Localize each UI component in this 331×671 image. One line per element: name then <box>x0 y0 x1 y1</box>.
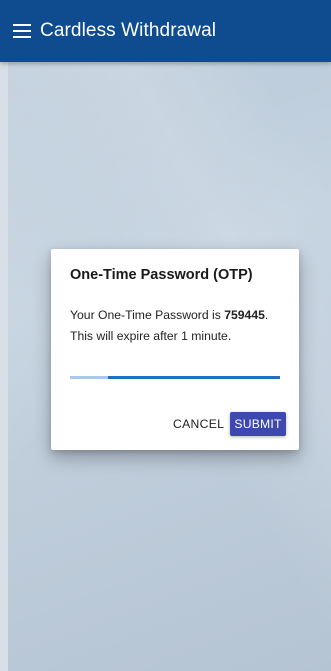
hamburger-menu-icon[interactable] <box>12 21 32 41</box>
otp-expiry-text: This will expire after 1 minute. <box>70 329 232 343</box>
app-bar: Cardless Withdrawal <box>0 0 331 62</box>
otp-code: 759445 <box>224 308 265 322</box>
submit-button[interactable]: SUBMIT <box>230 412 286 436</box>
side-strip <box>0 62 8 671</box>
cancel-button[interactable]: CANCEL <box>169 412 228 436</box>
page-title: Cardless Withdrawal <box>40 20 217 41</box>
otp-timer-progress-bar <box>70 376 280 379</box>
otp-timer-progress-fill <box>107 376 280 379</box>
dialog-title: One-Time Password (OTP) <box>70 267 253 283</box>
otp-message-suffix: . <box>264 308 269 322</box>
otp-dialog: One-Time Password (OTP) Your One-Time Pa… <box>51 249 299 450</box>
otp-message-prefix: Your One-Time Password is <box>70 308 225 322</box>
dialog-message: Your One-Time Password is 759445. This w… <box>70 305 292 347</box>
screen: Cardless Withdrawal One-Time Password (O… <box>0 0 331 671</box>
